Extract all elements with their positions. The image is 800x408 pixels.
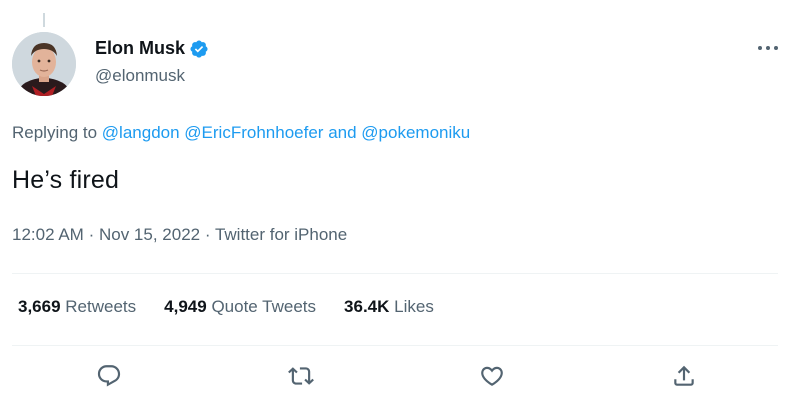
stat-label: Quote Tweets [211,297,317,316]
mention-link-pokemoniku[interactable]: @pokemoniku [361,123,470,142]
stat-count: 36.4K [344,297,390,316]
tweet-time[interactable]: 12:02 AM [12,225,84,244]
mention-link-langdon[interactable]: @langdon [102,123,180,142]
more-options-button[interactable] [754,34,782,62]
thread-line [43,13,45,27]
stat-label: Retweets [65,297,137,316]
stat-count: 4,949 [164,297,207,316]
heart-icon [481,366,503,386]
action-bar [0,356,800,396]
tweet-text: He’s fired [12,166,120,194]
mention-link-ericfrohnhoefer[interactable]: @EricFrohnhoefer [184,123,323,142]
meta-separator: · [88,225,95,244]
author-display-name[interactable]: Elon Musk [95,38,185,59]
replying-to-label: Replying to [12,123,98,142]
stat-count: 3,669 [18,297,61,316]
verified-badge-icon [189,39,209,59]
share-icon [674,365,694,386]
meta-separator: · [204,225,211,244]
author-name-row[interactable]: Elon Musk [95,38,209,59]
tweet-source[interactable]: Twitter for iPhone [215,225,347,244]
share-button[interactable] [664,356,704,396]
tweet-stats: 3,669 Retweets 4,949 Quote Tweets 36.4K … [18,297,434,317]
divider [12,273,778,274]
mention-conjunction: and [328,123,357,142]
avatar-image [12,32,76,96]
tweet-meta: 12:02 AM · Nov 15, 2022 · Twitter for iP… [12,225,347,245]
reply-icon [97,365,121,387]
more-dots-icon [758,46,778,50]
replying-to: Replying to @langdon @EricFrohnhoefer an… [12,123,470,143]
divider [12,345,778,346]
author-handle[interactable]: @elonmusk [95,66,185,86]
retweet-button[interactable] [281,356,321,396]
stat-retweets[interactable]: 3,669 Retweets [18,297,136,317]
stat-label: Likes [394,297,434,316]
reply-button[interactable] [89,356,129,396]
stat-likes[interactable]: 36.4K Likes [344,297,434,317]
like-button[interactable] [472,356,512,396]
retweet-icon [288,367,314,385]
tweet-date[interactable]: Nov 15, 2022 [99,225,200,244]
stat-quote-tweets[interactable]: 4,949 Quote Tweets [164,297,316,317]
avatar[interactable] [12,32,76,96]
